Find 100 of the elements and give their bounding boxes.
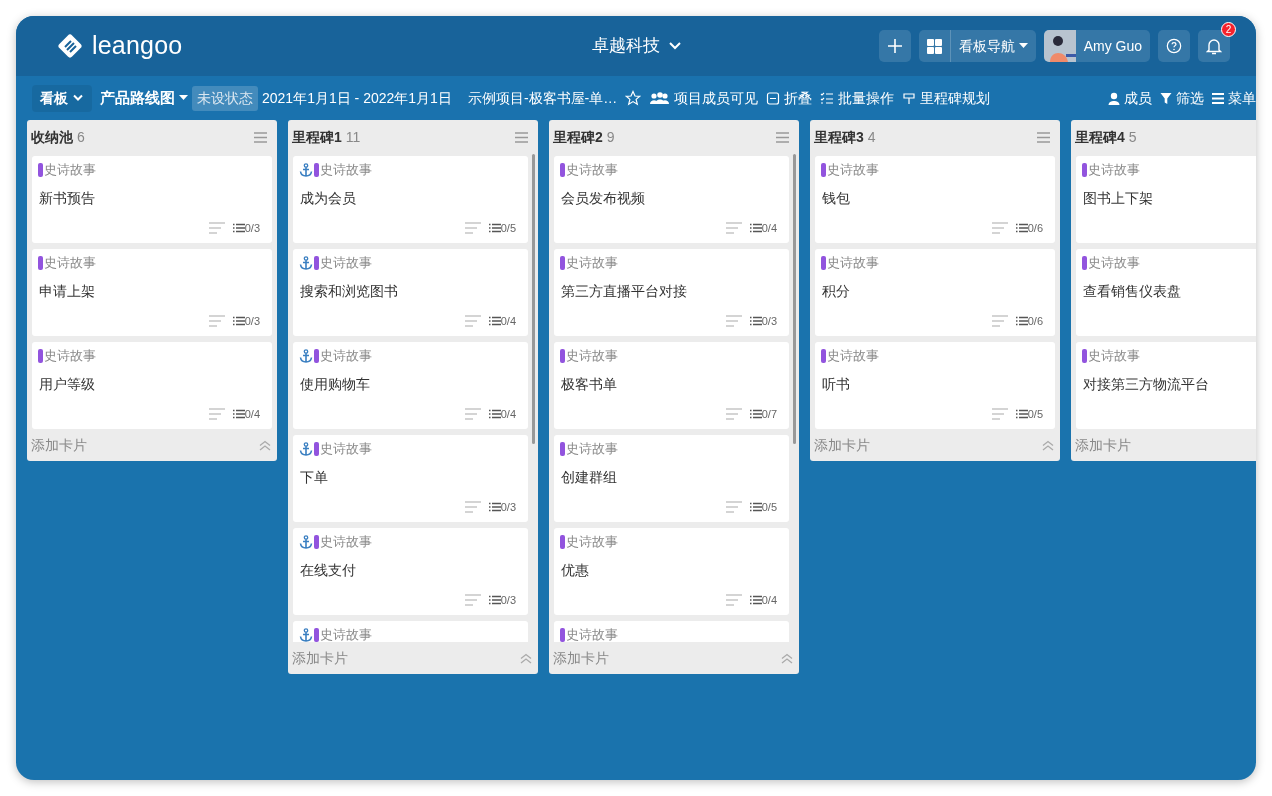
card-label: 史诗故事 (44, 347, 96, 365)
label-marker (560, 534, 565, 549)
toolbar-action[interactable]: 成员 (1108, 87, 1152, 109)
task-card[interactable]: 史诗故事 使用购物车 0/4 (293, 342, 528, 429)
description-icon (725, 221, 742, 234)
label-marker (560, 255, 565, 270)
chevron-down-icon (72, 94, 84, 102)
card-label: 史诗故事 (320, 347, 372, 365)
description-icon (464, 407, 481, 420)
description-icon (464, 593, 481, 606)
help-button[interactable] (1158, 30, 1190, 62)
list-icon (1015, 222, 1028, 233)
task-card[interactable]: 史诗故事 极客书单 0/7 (554, 342, 789, 429)
checklist-count: 0/3 (749, 312, 777, 329)
list-icon (1015, 408, 1028, 419)
card-count: 6 (77, 127, 85, 147)
list-icon (488, 315, 501, 326)
task-card[interactable]: 史诗故事 用户等级 0/4 (32, 342, 272, 429)
checklist-count: 0/5 (1015, 405, 1043, 422)
task-card[interactable]: 史诗故事 第三方直播平台对接 0/3 (554, 249, 789, 336)
toolbar-action[interactable]: 里程碑规划 (902, 87, 991, 109)
card-label: 史诗故事 (320, 254, 372, 272)
card-label: 史诗故事 (566, 254, 618, 272)
label-marker (560, 348, 565, 363)
toolbar-action[interactable]: 折叠 (766, 87, 813, 109)
checklist-count: 0/6 (1015, 219, 1043, 236)
task-card[interactable]: 史诗故事 钱包 0/6 (815, 156, 1055, 243)
card-title: 搜索和浏览图书 (299, 281, 399, 301)
scrollbar[interactable] (793, 154, 796, 444)
board-nav-button[interactable]: 看板导航 (918, 30, 1036, 62)
task-card[interactable]: 史诗故事 在线支付 0/3 (293, 528, 528, 615)
label-marker (1082, 348, 1087, 363)
card-label: 史诗故事 (827, 347, 879, 365)
task-card[interactable]: 史诗故事 搜索和浏览图书 0/4 (293, 249, 528, 336)
toolbar-action[interactable]: 筛选 (1160, 87, 1204, 109)
card-label: 史诗故事 (827, 254, 879, 272)
list-menu-button[interactable] (1037, 131, 1050, 143)
list-menu-button[interactable] (776, 131, 789, 143)
card-title: 新书预告 (38, 188, 96, 208)
list-title: 里程碑3 (814, 127, 864, 147)
task-card[interactable]: 史诗故事 对接第三方物流平台 (1076, 342, 1256, 429)
card-label: 史诗故事 (1088, 254, 1140, 272)
task-card[interactable]: 史诗故事 (293, 621, 528, 642)
logo-text[interactable]: leangoo (92, 27, 183, 65)
help-icon (1166, 37, 1182, 55)
collapse-button[interactable] (520, 652, 532, 664)
label-marker (314, 534, 319, 549)
task-card[interactable]: 史诗故事 新书预告 0/3 (32, 156, 272, 243)
board-view-dropdown[interactable]: 看板 (32, 84, 92, 112)
task-card[interactable]: 史诗故事 会员发布视频 0/4 (554, 156, 789, 243)
label-marker (821, 255, 826, 270)
add-button[interactable] (878, 30, 911, 62)
collapse-button[interactable] (1042, 439, 1054, 451)
task-card[interactable]: 史诗故事 (554, 621, 789, 642)
task-card[interactable]: 史诗故事 优惠 0/4 (554, 528, 789, 615)
collapse-button[interactable] (259, 439, 271, 451)
card-title: 钱包 (821, 188, 851, 208)
task-card[interactable]: 史诗故事 听书 0/5 (815, 342, 1055, 429)
checklist-count: 0/3 (488, 498, 516, 515)
task-card[interactable]: 史诗故事 下单 0/3 (293, 435, 528, 522)
collapse-button[interactable] (781, 652, 793, 664)
list-title: 收纳池 (31, 127, 73, 147)
label-marker (38, 162, 43, 177)
checklist-count: 0/3 (232, 219, 260, 236)
double-chevron-up-icon (1042, 439, 1054, 451)
scrollbar[interactable] (532, 154, 535, 444)
toolbar-action[interactable]: 菜单 (1212, 87, 1256, 109)
project-name[interactable]: 示例项目-极客书屋-单… (467, 87, 618, 109)
star-button[interactable] (625, 90, 642, 106)
card-title: 在线支付 (299, 560, 357, 580)
description-icon (208, 407, 225, 420)
description-icon (464, 500, 481, 513)
description-icon (991, 407, 1008, 420)
label-marker (821, 162, 826, 177)
workspace-dropdown[interactable]: 卓越科技 (586, 32, 688, 60)
card-title: 优惠 (560, 560, 590, 580)
task-card[interactable]: 史诗故事 申请上架 0/3 (32, 249, 272, 336)
filter-icon (1160, 91, 1172, 105)
toolbar-action[interactable]: 项目成员可见 (649, 87, 759, 109)
toolbar-action[interactable]: 批量操作 (820, 87, 895, 109)
task-card[interactable]: 史诗故事 成为会员 0/5 (293, 156, 528, 243)
menu-icon (515, 131, 528, 143)
board-title-dropdown[interactable]: 产品路线图 (100, 86, 188, 110)
label-marker (1082, 162, 1087, 177)
task-card[interactable]: 史诗故事 积分 0/6 (815, 249, 1055, 336)
date-range[interactable]: 2021年1月1日 - 2022年1月1日 (262, 87, 452, 109)
user-button[interactable]: Amy Guo (1043, 30, 1150, 62)
task-card[interactable]: 史诗故事 创建群组 0/5 (554, 435, 789, 522)
card-title: 查看销售仪表盘 (1082, 281, 1182, 301)
person-icon (1108, 91, 1120, 105)
task-card[interactable]: 史诗故事 图书上下架 (1076, 156, 1256, 243)
checklist-count: 0/4 (488, 312, 516, 329)
list-icon (488, 222, 501, 233)
list-menu-button[interactable] (254, 131, 267, 143)
label-marker (314, 348, 319, 363)
description-icon (208, 221, 225, 234)
task-card[interactable]: 史诗故事 查看销售仪表盘 (1076, 249, 1256, 336)
card-title: 创建群组 (560, 467, 618, 487)
list-menu-button[interactable] (515, 131, 528, 143)
menu-icon (254, 131, 267, 143)
